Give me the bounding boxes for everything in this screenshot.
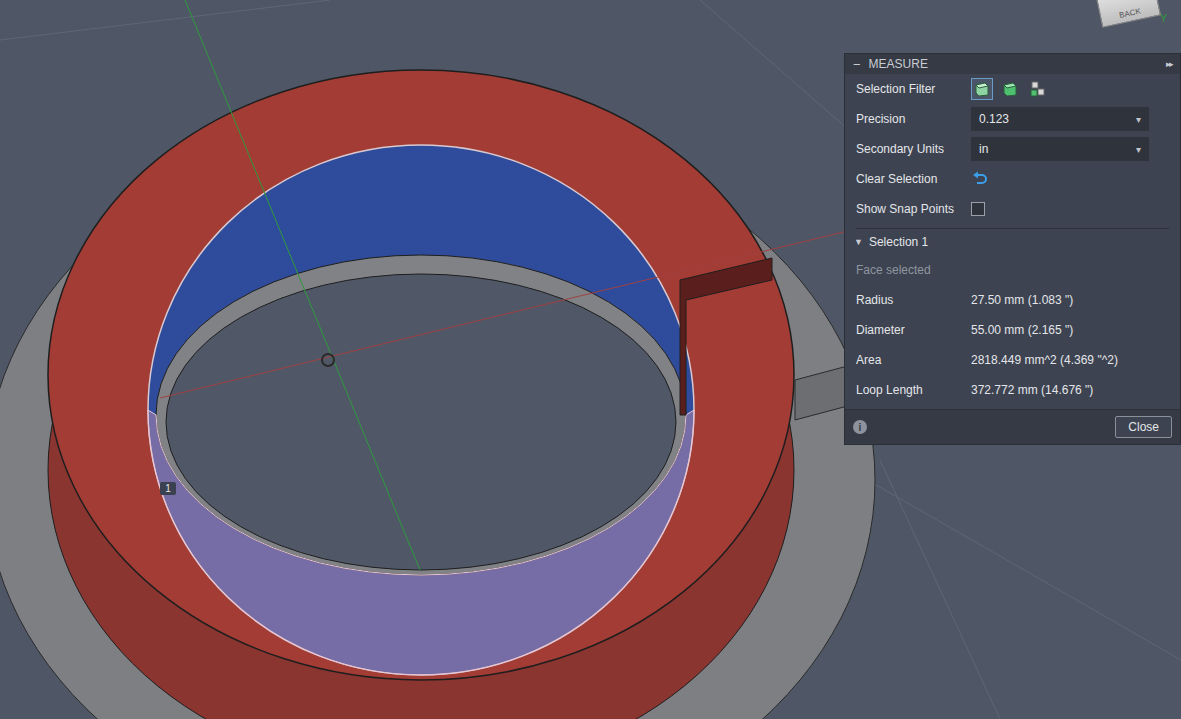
undo-icon[interactable] <box>971 170 989 188</box>
measurement-row: Diameter55.00 mm (2.165 ") <box>845 315 1180 345</box>
expand-toggle[interactable]: ▼ <box>854 237 863 247</box>
view-cube-axis-label: Y <box>1160 12 1167 24</box>
y-axis <box>185 0 420 570</box>
measurement-label: Loop Length <box>856 383 971 397</box>
row-label: Selection Filter <box>856 82 971 96</box>
row-label: Show Snap Points <box>856 202 971 216</box>
measurement-value: 27.50 mm (1.083 ") <box>971 293 1169 307</box>
dropdown-caret-icon: ▾ <box>1136 144 1141 155</box>
secondary-units-row: Secondary Units in ▾ <box>845 134 1180 164</box>
precision-dropdown[interactable]: 0.123 ▾ <box>971 107 1149 131</box>
info-icon[interactable]: i <box>853 420 867 434</box>
component-filter-icon <box>1029 80 1047 98</box>
panel-title: MEASURE <box>869 57 1158 71</box>
clear-selection-row: Clear Selection <box>845 164 1180 194</box>
measure-panel: −MEASURE▸▸Selection FilterPrecision0.123… <box>844 53 1181 445</box>
origin-icon[interactable] <box>322 354 334 366</box>
filter-option[interactable] <box>999 78 1021 100</box>
dropdown-value: in <box>979 142 988 156</box>
precision-row: Precision 0.123 ▾ <box>845 104 1180 134</box>
measurement-label: Diameter <box>856 323 971 337</box>
selected-inner-face[interactable] <box>148 145 694 675</box>
snap-points-checkbox[interactable] <box>971 202 985 216</box>
measurement-label: Radius <box>856 293 971 307</box>
filter-option[interactable] <box>971 78 993 100</box>
inner-floor[interactable] <box>156 255 686 575</box>
row-label: Secondary Units <box>856 142 971 156</box>
selection-filter-row: Selection Filter <box>845 74 1180 104</box>
view-cube-face-label[interactable]: BACK <box>1118 7 1141 20</box>
close-button[interactable]: Close <box>1115 416 1172 438</box>
selected-face-highlight <box>148 410 694 675</box>
measurement-value: 372.772 mm (14.676 ") <box>971 383 1169 397</box>
face-filter-icon <box>1001 80 1019 98</box>
selection-marker[interactable]: 1 <box>160 482 176 495</box>
snap-points-row: Show Snap Points <box>845 194 1180 224</box>
measurement-row: Radius27.50 mm (1.083 ") <box>845 285 1180 315</box>
dropdown-value: 0.123 <box>979 112 1009 126</box>
collapse-button[interactable]: − <box>853 57 861 72</box>
panel-header[interactable]: −MEASURE ▸▸ <box>845 54 1180 74</box>
filter-option[interactable] <box>1027 78 1049 100</box>
measurement-label: Area <box>856 353 971 367</box>
measurement-row: Area2818.449 mm^2 (4.369 "^2) <box>845 345 1180 375</box>
measurement-value: 55.00 mm (2.165 ") <box>971 323 1169 337</box>
divider <box>856 228 1169 229</box>
cad-viewport[interactable]: BACK Y 1 −MEASURE ▸▸ Selection Filter Precisio… <box>0 0 1181 719</box>
body-filter-icon <box>973 80 991 98</box>
through-hole <box>166 274 676 570</box>
selection-status: Face selected <box>845 255 1180 285</box>
dropdown-caret-icon: ▾ <box>1136 114 1141 125</box>
expand-button[interactable]: ▸▸ <box>1166 59 1172 69</box>
row-label: Precision <box>856 112 971 126</box>
panel-footer: i Close <box>845 409 1180 444</box>
section-title: Selection 1 <box>869 235 928 249</box>
filter-group <box>971 78 1169 100</box>
row-label: Clear Selection <box>856 172 971 186</box>
measurement-value: 2818.449 mm^2 (4.369 "^2) <box>971 353 1169 367</box>
measurement-row: Loop Length372.772 mm (14.676 ") <box>845 375 1180 405</box>
ring-slot <box>680 258 772 415</box>
ring-top-face[interactable] <box>48 70 794 680</box>
units-dropdown[interactable]: in ▾ <box>971 137 1149 161</box>
selection-header[interactable]: ▼ Selection 1 <box>845 229 1180 255</box>
